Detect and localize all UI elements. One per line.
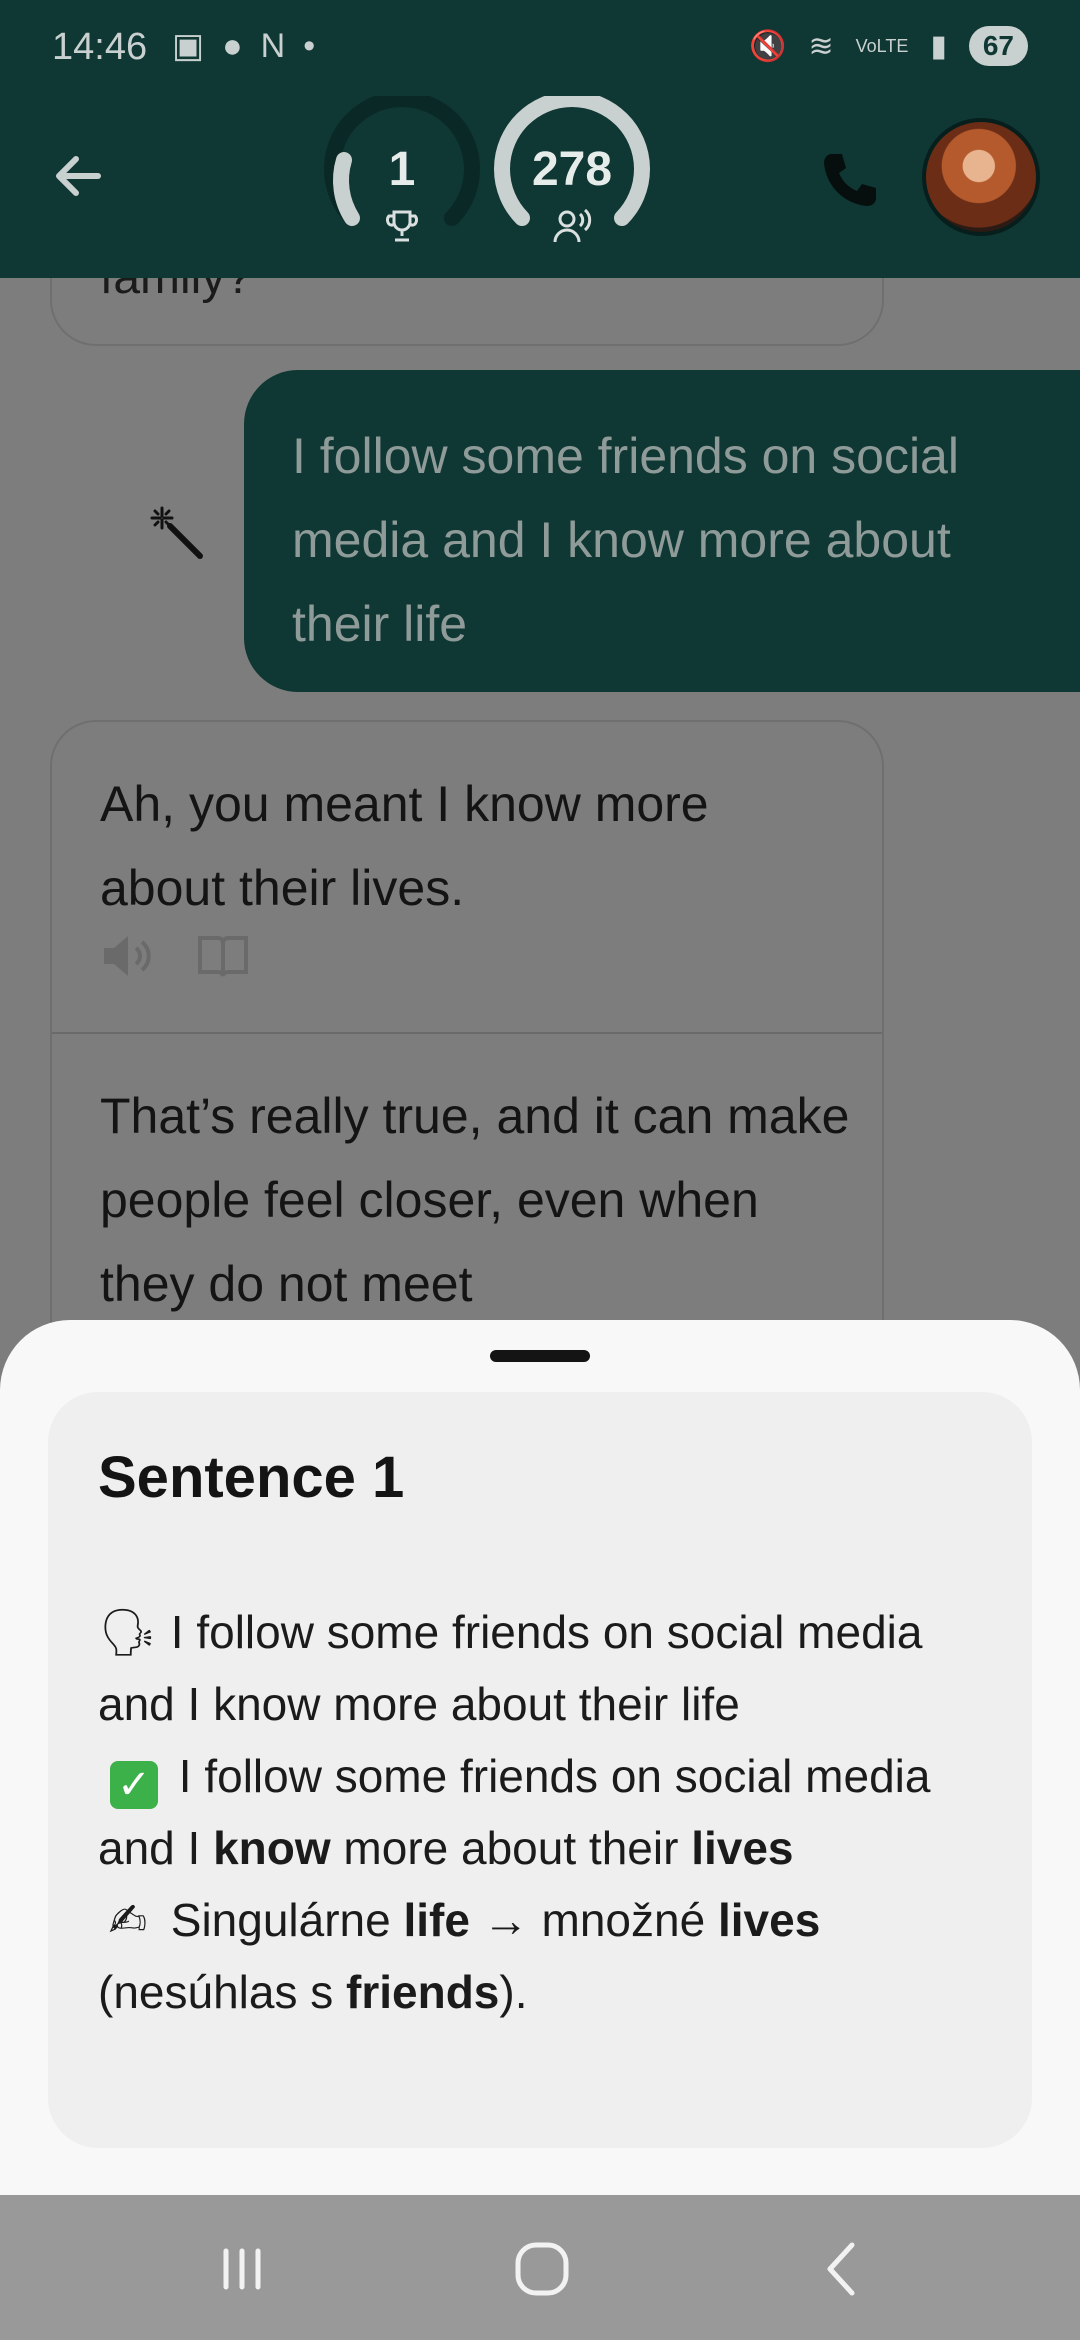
- nav-back-icon[interactable]: [810, 2237, 874, 2301]
- corrected-bold-know: know: [213, 1822, 331, 1874]
- note-bold-lives: lives: [717, 1894, 821, 1946]
- chat-icon: ●: [222, 26, 243, 65]
- signal-icon: ▮: [930, 29, 947, 63]
- system-navigation-bar: [0, 2195, 1080, 2340]
- phone-icon[interactable]: [818, 148, 882, 212]
- dot-icon: •: [303, 26, 316, 65]
- top-app-bar: 14:46 ▣ ● N • 🔇 ≋ VoLTE ▮ 67 1 278: [0, 0, 1080, 278]
- corrected-sentence-row: ✓ I follow some friends on social media …: [98, 1740, 998, 1884]
- speaker-icon[interactable]: [100, 932, 156, 980]
- mute-icon: 🔇: [749, 29, 787, 63]
- check-mark-icon: ✓: [110, 1761, 158, 1809]
- user-message-bubble[interactable]: I follow some friends on social media an…: [244, 370, 1080, 692]
- note-mid: → množné: [469, 1894, 718, 1946]
- note-prefix: Singulárne: [158, 1894, 404, 1946]
- sheet-drag-handle[interactable]: [490, 1350, 590, 1362]
- correction-bottom-sheet[interactable]: Sentence 1 🗣 I follow some friends on so…: [0, 1320, 1080, 2195]
- trophy-score-gauge: 1: [322, 91, 482, 256]
- listener-icon: [553, 208, 592, 243]
- notification-icons: ▣ ● N •: [172, 26, 315, 66]
- ai-message-continuation: That’s really true, and it can make peop…: [100, 1088, 850, 1312]
- original-sentence-row: 🗣 I follow some friends on social media …: [98, 1596, 998, 1740]
- book-icon[interactable]: [196, 932, 250, 980]
- chat-thread[interactable]: family? I follow some friends on social …: [0, 278, 1080, 1328]
- wifi-icon: ≋: [808, 29, 834, 63]
- ai-message-text: Ah, you meant I know more about their li…: [100, 776, 709, 916]
- correction-card: Sentence 1 🗣 I follow some friends on so…: [48, 1392, 1032, 2148]
- avatar[interactable]: [922, 118, 1040, 236]
- battery-indicator: 67: [968, 26, 1028, 66]
- explanation-row: ✍ Singulárne life → množné lives (nesúhl…: [98, 1884, 998, 2028]
- writing-hand-icon: ✍: [108, 1894, 148, 1946]
- ai-message-bubble[interactable]: Ah, you meant I know more about their li…: [50, 720, 884, 1328]
- message-divider: [52, 1032, 882, 1034]
- home-icon[interactable]: [510, 2237, 574, 2301]
- trophy-score-value: 1: [388, 143, 416, 196]
- note-bold-life: life: [403, 1894, 470, 1946]
- screenshot-icon: ▣: [172, 27, 205, 65]
- note-line2-suffix: ).: [499, 1966, 528, 2018]
- sentence-title: Sentence 1: [98, 1445, 405, 1510]
- lte-icon: VoLTE: [855, 36, 909, 56]
- back-arrow-icon[interactable]: [48, 146, 108, 206]
- speaking-head-icon: 🗣: [98, 1606, 158, 1658]
- note-bold-friends: friends: [346, 1966, 500, 2018]
- magic-wand-icon[interactable]: [148, 504, 208, 564]
- correction-details: 🗣 I follow some friends on social media …: [98, 1596, 998, 2028]
- corrected-mid: more about their: [330, 1822, 692, 1874]
- listeners-gauge: 278: [492, 91, 652, 256]
- previous-ai-bubble: family?: [50, 278, 884, 346]
- previous-ai-bubble-text: family?: [100, 278, 252, 305]
- corrected-bold-lives: lives: [691, 1822, 794, 1874]
- system-status-icons: 🔇 ≋ VoLTE ▮ 67: [749, 26, 1028, 66]
- listeners-value: 278: [531, 143, 613, 196]
- trophy-icon: [385, 210, 419, 242]
- recent-apps-icon[interactable]: [210, 2237, 274, 2301]
- note-line2-prefix: (nesúhlas s: [98, 1966, 347, 2018]
- notion-icon: N: [260, 26, 286, 65]
- ai-message-tools: [100, 932, 250, 980]
- status-time: 14:46: [52, 26, 148, 68]
- original-sentence: I follow some friends on social media an…: [98, 1606, 923, 1730]
